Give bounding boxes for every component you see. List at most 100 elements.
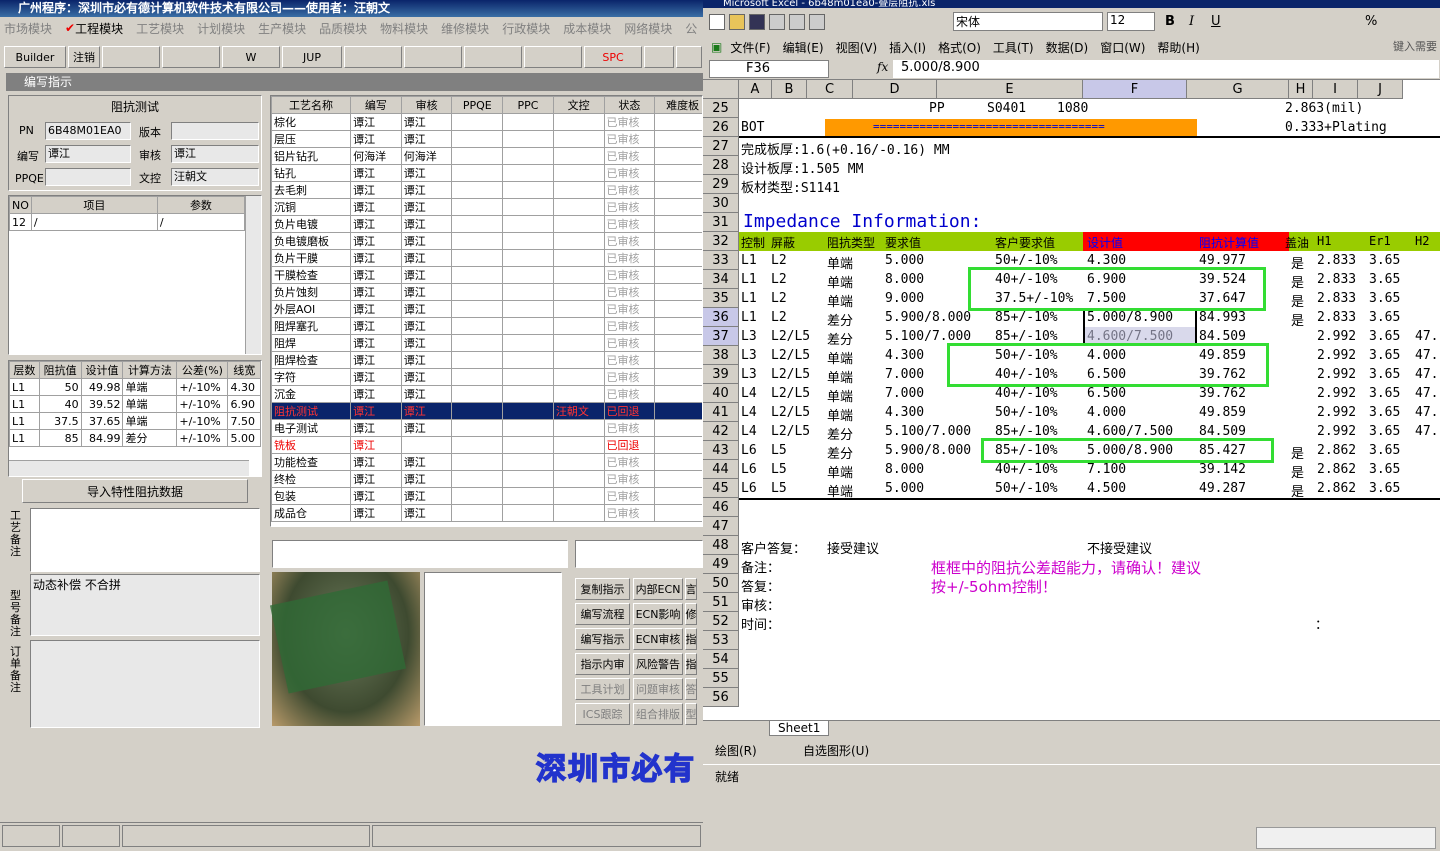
secondary-dropdown[interactable]: [575, 540, 703, 568]
side-button[interactable]: ECN审核: [633, 628, 683, 650]
table-row[interactable]: L1 50 49.98 单端 +/-10% 4.30: [9, 378, 261, 396]
horizontal-scrollbar[interactable]: [9, 460, 249, 476]
row-header[interactable]: 47: [703, 517, 739, 536]
toolbar-button-8[interactable]: [464, 46, 522, 68]
toolbar-button-7[interactable]: [404, 46, 462, 68]
col-header[interactable]: 审核: [400, 96, 453, 114]
table-row[interactable]: 沉铜 谭江 谭江 已审核: [271, 198, 702, 216]
row-header[interactable]: 56: [703, 688, 739, 707]
table-row[interactable]: L1 40 39.52 单端 +/-10% 6.90: [9, 395, 261, 413]
toolbar-button-6[interactable]: [344, 46, 402, 68]
row-header[interactable]: 40: [703, 384, 739, 403]
table-row[interactable]: 功能检查 谭江 谭江 已审核: [271, 453, 702, 471]
row-header[interactable]: 55: [703, 669, 739, 688]
module-9[interactable]: 成本模块: [563, 20, 611, 37]
module-8[interactable]: 行政模块: [502, 20, 550, 37]
toolbar-button-5[interactable]: JUP: [282, 46, 342, 68]
row-header[interactable]: 33: [703, 251, 739, 270]
module-11[interactable]: 公: [685, 20, 697, 37]
table-row[interactable]: 铝片钻孔 何海洋 何海洋 已审核: [271, 147, 702, 165]
sheet-grid[interactable]: A B C D E F G H I J 25 26 27 28 29 30 31 32 33 34 35 36 37 38 39…: [703, 0, 1440, 720]
row-header[interactable]: 32: [703, 232, 739, 251]
row-header[interactable]: 52: [703, 612, 739, 631]
side-button[interactable]: 型: [685, 703, 697, 725]
side-button[interactable]: 问题审核: [633, 678, 683, 700]
table-row[interactable]: L1 85 84.99 差分 +/-10% 5.00: [9, 429, 261, 447]
toolbar-button-12[interactable]: [676, 46, 702, 68]
table-row[interactable]: 干膜检查 谭江 谭江 已审核: [271, 266, 702, 284]
side-button[interactable]: 风险警告: [633, 653, 683, 675]
row-header[interactable]: 43: [703, 441, 739, 460]
table-row[interactable]: 阻焊检查 谭江 谭江 已审核: [271, 351, 702, 369]
vertical-scrollbar[interactable]: [245, 196, 261, 354]
row-header[interactable]: 27: [703, 137, 739, 156]
col-header[interactable]: PPC: [502, 96, 554, 114]
pn-field[interactable]: 6B48M01EA0: [45, 122, 131, 140]
row-header[interactable]: 51: [703, 593, 739, 612]
toolbar-button-1[interactable]: 注销: [68, 46, 100, 68]
module-10[interactable]: 网络模块: [624, 20, 672, 37]
column-header[interactable]: E: [937, 80, 1083, 99]
table-row[interactable]: 电子测试 谭江 谭江 已审核: [271, 419, 702, 437]
col-header[interactable]: 工艺名称: [271, 96, 352, 114]
side-button[interactable]: ICS跟踪: [575, 703, 630, 725]
side-button[interactable]: 言: [685, 578, 697, 600]
import-impedance-button[interactable]: 导入特性阻抗数据: [22, 479, 248, 503]
column-header[interactable]: F: [1083, 80, 1187, 99]
table-row[interactable]: 12//: [9, 213, 246, 231]
module-1[interactable]: 工程模块: [75, 20, 123, 37]
table-row[interactable]: 负片干膜 谭江 谭江 已审核: [271, 249, 702, 267]
row-header[interactable]: 30: [703, 194, 739, 213]
side-button[interactable]: 编写指示: [575, 628, 630, 650]
row-header[interactable]: 35: [703, 289, 739, 308]
column-header[interactable]: G: [1187, 80, 1289, 99]
row-header[interactable]: 28: [703, 156, 739, 175]
table-row[interactable]: 阻抗测试 谭江 谭江 汪朝文 已回退: [271, 402, 702, 420]
table-row[interactable]: 终检 谭江 谭江 已审核: [271, 470, 702, 488]
toolbar-button-10[interactable]: SPC: [584, 46, 642, 68]
process-dropdown[interactable]: [272, 540, 568, 568]
toolbar-button-0[interactable]: Builder: [4, 46, 66, 68]
row-header[interactable]: 26: [703, 118, 739, 137]
side-button[interactable]: 内部ECN: [633, 578, 683, 600]
column-header[interactable]: I: [1313, 80, 1358, 99]
draw-menu[interactable]: 绘图(R): [715, 742, 757, 759]
table-row[interactable]: 字符 谭江 谭江 已审核: [271, 368, 702, 386]
side-button[interactable]: 复制指示: [575, 578, 630, 600]
module-5[interactable]: 品质模块: [319, 20, 367, 37]
module-4[interactable]: 生产模块: [258, 20, 306, 37]
table-row[interactable]: 负电镀磨板 谭江 谭江 已审核: [271, 232, 702, 250]
side-button[interactable]: ECN影响: [633, 603, 683, 625]
col-header[interactable]: 文控: [552, 96, 605, 114]
side-button[interactable]: 指: [685, 653, 697, 675]
toolbar-button-2[interactable]: [102, 46, 160, 68]
table-row[interactable]: 包装 谭江 谭江 已审核: [271, 487, 702, 505]
side-button[interactable]: 答: [685, 678, 697, 700]
review-field[interactable]: 谭江: [171, 145, 259, 163]
table-row[interactable]: 负片电镀 谭江 谭江 已审核: [271, 215, 702, 233]
wenkong-field[interactable]: 汪朝文: [171, 168, 259, 186]
table-row[interactable]: 棕化 谭江 谭江 已审核: [271, 113, 702, 131]
autoshape-menu[interactable]: 自选图形(U): [803, 742, 869, 759]
row-header[interactable]: 38: [703, 346, 739, 365]
toolbar-button-3[interactable]: [162, 46, 220, 68]
table-row[interactable]: L1 37.5 37.65 单端 +/-10% 7.50: [9, 412, 261, 430]
row-header[interactable]: 50: [703, 574, 739, 593]
row-header[interactable]: 31: [703, 213, 739, 232]
row-header[interactable]: 36: [703, 308, 739, 327]
col-header[interactable]: 状态: [603, 96, 656, 114]
table-row[interactable]: 外层AOI 谭江 谭江 已审核: [271, 300, 702, 318]
side-button[interactable]: 工具计划: [575, 678, 630, 700]
ppqe-field[interactable]: [45, 168, 131, 186]
side-button[interactable]: 编写流程: [575, 603, 630, 625]
ime-toolbar[interactable]: [1256, 827, 1436, 849]
column-header[interactable]: D: [853, 80, 937, 99]
column-header[interactable]: C: [807, 80, 853, 99]
row-header[interactable]: 44: [703, 460, 739, 479]
row-header[interactable]: 46: [703, 498, 739, 517]
row-header[interactable]: 48: [703, 536, 739, 555]
column-header[interactable]: H: [1289, 80, 1313, 99]
module-7[interactable]: 维修模块: [441, 20, 489, 37]
select-all-corner[interactable]: [703, 80, 739, 99]
col-header[interactable]: PPQE: [451, 96, 504, 114]
